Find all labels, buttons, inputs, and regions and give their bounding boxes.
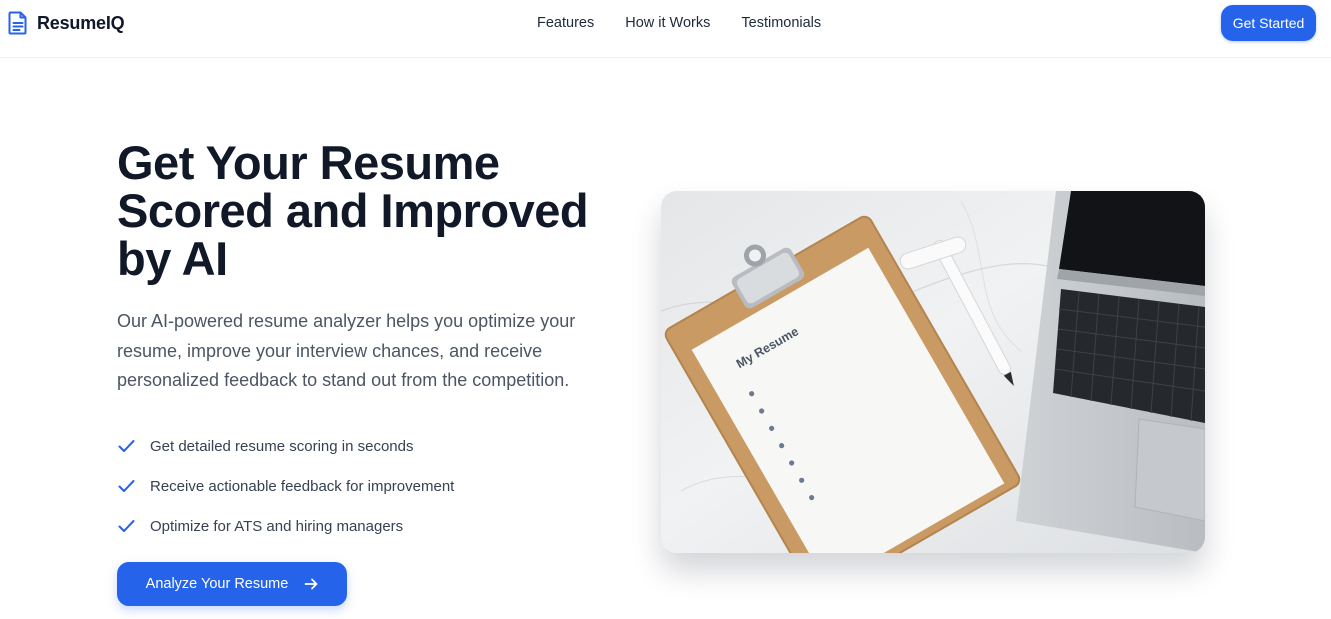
feature-text: Get detailed resume scoring in seconds — [150, 437, 414, 455]
nav-how-it-works[interactable]: How it Works — [625, 15, 710, 31]
brand-name: ResumeIQ — [37, 12, 125, 33]
check-icon — [118, 480, 135, 492]
check-icon — [118, 520, 135, 532]
analyze-resume-label: Analyze Your Resume — [145, 576, 289, 592]
hero-image: My Resume — [661, 191, 1205, 553]
document-icon — [8, 11, 27, 35]
feature-text: Receive actionable feedback for improvem… — [150, 477, 455, 495]
main-nav: Features How it Works Testimonials — [537, 15, 821, 31]
get-started-button[interactable]: Get Started — [1221, 5, 1316, 41]
feature-item: Get detailed resume scoring in seconds — [117, 426, 454, 466]
clipboard-laptop-photo: My Resume — [661, 191, 1205, 553]
analyze-resume-button[interactable]: Analyze Your Resume — [117, 562, 347, 606]
hero-headline: Get Your Resume Scored and Improved by A… — [117, 136, 589, 285]
site-header: ResumeIQ Features How it Works Testimoni… — [0, 0, 1331, 58]
nav-features[interactable]: Features — [537, 15, 594, 31]
feature-item: Optimize for ATS and hiring managers — [117, 506, 454, 546]
hero-subheading: Our AI-powered resume analyzer helps you… — [117, 311, 576, 390]
feature-text: Optimize for ATS and hiring managers — [150, 517, 404, 535]
feature-list: Get detailed resume scoring in seconds R… — [117, 426, 454, 546]
arrow-right-icon — [304, 578, 318, 590]
brand-logo[interactable]: ResumeIQ — [8, 11, 125, 35]
nav-testimonials[interactable]: Testimonials — [741, 15, 821, 31]
feature-item: Receive actionable feedback for improvem… — [117, 466, 454, 506]
check-icon — [118, 440, 135, 452]
